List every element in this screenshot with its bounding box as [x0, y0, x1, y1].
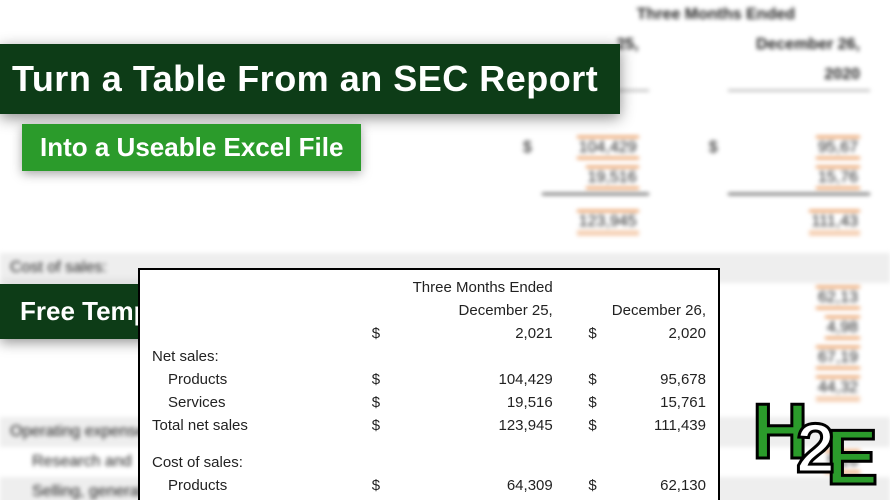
title-banner-line2: Into a Useable Excel File	[22, 124, 361, 171]
inset-section-cost: Cost of sales:	[140, 451, 348, 474]
inset-period-header: Three Months Ended	[348, 276, 565, 299]
inset-excel-table: Three Months Ended December 25, December…	[138, 268, 720, 500]
bg-period-header: Three Months Ended	[542, 0, 890, 30]
table-row: Products $64,309 $62,130	[140, 474, 718, 497]
table-row: Products $104,429 $95,678	[140, 368, 718, 391]
table-row: Total net sales $123,945 $111,439	[140, 414, 718, 437]
h2e-logo-icon: H E 2	[750, 386, 886, 496]
title-banner-line1: Turn a Table From an SEC Report	[0, 44, 620, 114]
svg-text:2: 2	[796, 409, 835, 487]
table-row: Services $19,516 $15,761	[140, 391, 718, 414]
inset-section-net-sales: Net sales:	[140, 345, 348, 368]
